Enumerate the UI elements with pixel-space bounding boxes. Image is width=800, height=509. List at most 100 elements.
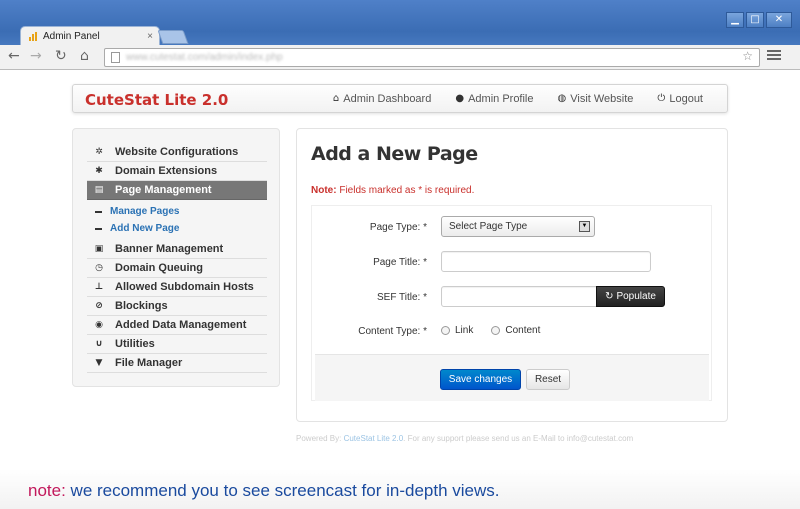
power-icon: ⏻ (657, 93, 666, 104)
sidebar-item-website-configurations[interactable]: ✲ Website Configurations (87, 143, 267, 162)
page-title-input[interactable] (441, 251, 651, 272)
nav-link-label: Admin Dashboard (343, 92, 432, 105)
page-type-label: Page Type: * (369, 222, 427, 233)
required-note: Note: Fields marked as * is required. (311, 185, 474, 196)
sidebar-subitem-manage-pages[interactable]: Manage Pages (95, 206, 179, 217)
sidebar-item-utilities[interactable]: ∪ Utilities (87, 335, 267, 354)
nav-link-label: Visit Website (570, 92, 634, 105)
sef-title-input[interactable] (441, 286, 597, 307)
sidebar-item-label: Blockings (115, 300, 168, 312)
minimize-button[interactable]: ▁ (726, 12, 744, 28)
sidebar-item-label: Banner Management (115, 243, 224, 255)
file-icon: ▤ (94, 185, 104, 195)
reload-icon[interactable]: ↻ (55, 48, 67, 64)
save-changes-button[interactable]: Save changes (440, 369, 521, 390)
magnet-icon: ∪ (95, 339, 103, 349)
page-type-value: Select Page Type (449, 221, 528, 232)
refresh-icon: ↻ (605, 291, 614, 302)
sidebar-item-allowed-subdomain-hosts[interactable]: ⊥ Allowed Subdomain Hosts (87, 278, 267, 297)
sidebar-item-label: Added Data Management (115, 319, 247, 331)
browser-tab[interactable]: Admin Panel × (20, 26, 160, 46)
top-navbar: CuteStat Lite 2.0 ⌂ Admin Dashboard ● Ad… (72, 84, 728, 113)
tab-close-icon[interactable]: × (147, 31, 153, 42)
clock-icon: ◷ (95, 263, 103, 273)
tab-title: Admin Panel (43, 31, 100, 42)
home-icon: ⌂ (332, 93, 340, 104)
sidebar-item-blockings[interactable]: ⊘ Blockings (87, 297, 267, 316)
main-content: Add a New Page Note: Fields marked as * … (296, 128, 728, 422)
sef-title-label: SEF Title: * (376, 292, 427, 303)
brand-logo[interactable]: CuteStat Lite 2.0 (85, 91, 228, 109)
bookmark-star-icon[interactable]: ☆ (742, 49, 753, 63)
window-controls: ▁ □ ✕ (726, 12, 792, 28)
back-icon[interactable]: ← (8, 48, 20, 64)
sidebar-item-page-management[interactable]: ▤ Page Management (87, 181, 267, 200)
bar-chart-icon (29, 32, 38, 41)
nav-admin-dashboard[interactable]: ⌂ Admin Dashboard (333, 93, 431, 105)
home-icon[interactable]: ⌂ (80, 48, 89, 64)
nav-link-label: Logout (669, 92, 703, 105)
page-type-select[interactable]: Select Page Type ▼ (441, 216, 595, 237)
add-page-form: Page Type: * Select Page Type ▼ Page Tit… (311, 205, 712, 401)
caption-note: note: we recommend you to see screencast… (28, 481, 500, 501)
reset-button[interactable]: Reset (526, 369, 570, 390)
sidebar-item-label: Domain Extensions (115, 165, 218, 177)
footer-link[interactable]: CuteStat Lite 2.0 (344, 434, 404, 443)
populate-button[interactable]: ↻ Populate (596, 286, 665, 307)
caption-note-label: note: (28, 481, 66, 500)
maximize-button[interactable]: □ (746, 12, 764, 28)
menu-icon[interactable] (767, 50, 781, 62)
page-title-label: Page Title: * (373, 257, 427, 268)
footer-suffix: . For any support please send us an E-Ma… (403, 434, 634, 443)
note-label: Note: (311, 185, 337, 196)
nav-links: ⌂ Admin Dashboard ● Admin Profile ◍ Visi… (333, 85, 727, 112)
browser-toolbar: ← → ↻ ⌂ www.cutestat.com/admin/index.php… (0, 45, 800, 70)
new-tab-button[interactable] (157, 30, 189, 44)
radio-link[interactable] (441, 326, 450, 335)
page-viewport: CuteStat Lite 2.0 ⌂ Admin Dashboard ● Ad… (0, 70, 800, 509)
sidebar-item-label: Domain Queuing (115, 262, 203, 274)
populate-label: Populate (616, 291, 656, 302)
dash-icon (95, 210, 102, 213)
picture-icon: ▣ (94, 244, 104, 254)
footer: Powered By: CuteStat Lite 2.0. For any s… (296, 434, 633, 443)
asterisk-icon: ✱ (95, 166, 103, 176)
nav-visit-website[interactable]: ◍ Visit Website (558, 93, 634, 105)
dropdown-arrow-icon: ▼ (579, 221, 590, 232)
close-window-button[interactable]: ✕ (766, 12, 792, 28)
sidebar-item-domain-queuing[interactable]: ◷ Domain Queuing (87, 259, 267, 278)
content-type-radios: Link Content (441, 325, 558, 336)
cog-icon: ✲ (95, 147, 103, 157)
sidebar-item-label: File Manager (115, 357, 183, 369)
nav-admin-profile[interactable]: ● Admin Profile (455, 93, 533, 105)
radio-content[interactable] (491, 326, 501, 335)
sidebar-item-label: Allowed Subdomain Hosts (115, 281, 254, 293)
url-text: www.cutestat.com/admin/index.php (126, 52, 283, 63)
sidebar-item-label: Utilities (115, 338, 155, 350)
sidebar-item-added-data-management[interactable]: ◉ Added Data Management (87, 316, 267, 335)
sidebar: ✲ Website Configurations ✱ Domain Extens… (72, 128, 280, 387)
sidebar-item-banner-management[interactable]: ▣ Banner Management (87, 240, 267, 259)
content-type-label: Content Type: * (358, 326, 427, 337)
sidebar-subitem-label: Add New Page (110, 223, 180, 234)
forward-icon[interactable]: → (30, 48, 42, 64)
form-actions: Save changes Reset (315, 354, 709, 401)
radio-content-label: Content (505, 325, 541, 336)
tasks-icon: ⊥ (94, 282, 104, 292)
note-text: Fields marked as * is required. (336, 185, 475, 196)
globe-icon: ◍ (557, 93, 567, 104)
sidebar-item-label: Website Configurations (115, 146, 239, 158)
sidebar-subitem-add-new-page[interactable]: Add New Page (95, 223, 179, 234)
sidebar-subitem-label: Manage Pages (110, 206, 180, 217)
sidebar-item-file-manager[interactable]: ▼ File Manager (87, 354, 267, 373)
sidebar-item-domain-extensions[interactable]: ✱ Domain Extensions (87, 162, 267, 181)
user-icon: ● (455, 93, 465, 104)
footer-prefix: Powered By: (296, 434, 344, 443)
dash-icon (95, 227, 102, 230)
page-icon (111, 52, 120, 63)
sidebar-item-label: Page Management (115, 184, 212, 196)
map-marker-icon: ◉ (95, 320, 103, 330)
ban-icon: ⊘ (95, 301, 103, 311)
address-bar[interactable]: www.cutestat.com/admin/index.php ☆ (104, 48, 760, 67)
nav-logout[interactable]: ⏻ Logout (657, 93, 703, 105)
